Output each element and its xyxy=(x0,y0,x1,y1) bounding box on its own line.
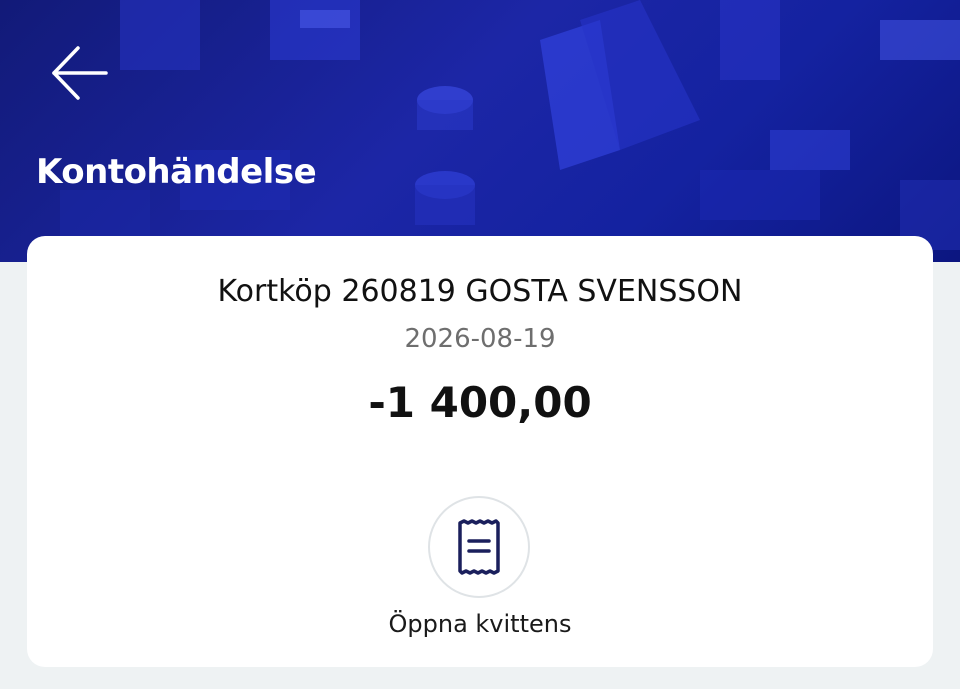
page-title: Kontohändelse xyxy=(36,152,317,192)
receipt-icon xyxy=(458,519,500,575)
transaction-date: 2026-08-19 xyxy=(404,324,556,354)
transaction-description: Kortköp 260819 GOSTA SVENSSON xyxy=(217,274,743,309)
transaction-card: Kortköp 260819 GOSTA SVENSSON 2026-08-19… xyxy=(27,236,933,667)
back-button[interactable] xyxy=(44,38,114,108)
arrow-left-icon xyxy=(52,46,108,100)
header-banner: Kontohändelse xyxy=(0,0,960,262)
header-background-illustration xyxy=(60,0,960,250)
open-receipt-button[interactable] xyxy=(428,496,530,598)
transaction-amount: -1 400,00 xyxy=(368,378,592,427)
open-receipt-label[interactable]: Öppna kvittens xyxy=(27,610,933,638)
